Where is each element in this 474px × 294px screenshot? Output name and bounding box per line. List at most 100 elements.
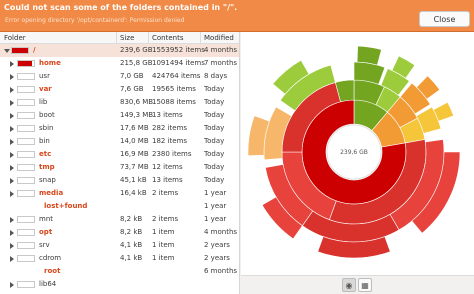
tree-row[interactable]: lost+found 1 year <box>0 200 239 213</box>
expander-closed-icon[interactable] <box>10 217 14 223</box>
expander-closed-icon[interactable] <box>10 191 14 197</box>
expander-closed-icon[interactable] <box>10 230 14 236</box>
folder-modified: Today <box>204 124 225 132</box>
ring-chart[interactable]: 239,6 GB <box>241 32 474 294</box>
folder-contents: 1 item <box>152 241 175 249</box>
folder-modified: Today <box>204 163 225 171</box>
folder-size: 7,6 GB <box>120 85 144 93</box>
folder-size: 4,1 kB <box>120 254 143 262</box>
ring-chart-svg[interactable]: 239,6 GB <box>241 32 474 275</box>
folder-size: 4,1 kB <box>120 241 143 249</box>
folder-name: / <box>33 46 36 54</box>
folder-name: srv <box>39 241 50 249</box>
folder-contents: 2380 items <box>152 150 192 158</box>
contents-column-header[interactable]: Contents <box>152 34 184 42</box>
view-switcher: ◉ ▦ <box>241 275 474 294</box>
usage-bar <box>17 190 35 197</box>
folder-name: cdrom <box>39 254 62 262</box>
tree-row[interactable]: boot 149,3 MB 13 items Today <box>0 109 239 122</box>
folder-size: 16,4 kB <box>120 189 147 197</box>
folder-modified: 1 year <box>204 202 227 210</box>
tree-row[interactable]: media 16,4 kB 2 items 1 year <box>0 187 239 200</box>
usage-bar <box>17 99 35 106</box>
folder-contents: 2 items <box>152 215 179 223</box>
usage-bar <box>17 177 35 184</box>
folder-contents: 282 items <box>152 124 188 132</box>
tree-row[interactable]: tmp 73,7 MB 12 items Today <box>0 161 239 174</box>
folder-contents: 424764 items <box>152 72 201 80</box>
tree-row[interactable]: cdrom 4,1 kB 1 item 2 years <box>0 252 239 265</box>
tree-row[interactable]: / 239,6 GB 1553952 items 4 months <box>0 44 239 57</box>
folder-modified: Today <box>204 137 225 145</box>
expander-closed-icon[interactable] <box>10 87 14 93</box>
folder-name: usr <box>39 72 50 80</box>
folder-name: snap <box>39 176 56 184</box>
folder-contents: 13 items <box>152 111 183 119</box>
ring-segment[interactable] <box>356 45 382 66</box>
tree-row[interactable]: etc 16,9 MB 2380 items Today <box>0 148 239 161</box>
folder-modified: 4 months <box>204 228 238 236</box>
tree-row[interactable]: mnt 8,2 kB 2 items 1 year <box>0 213 239 226</box>
folder-tree[interactable]: Folder Size Contents Modified /239,6 GB 1… <box>0 32 240 294</box>
folder-column-header[interactable]: Folder <box>4 34 26 42</box>
expander-closed-icon[interactable] <box>10 256 14 262</box>
folder-modified: Today <box>204 150 225 158</box>
folder-name: boot <box>39 111 55 119</box>
folder-contents: 1553952 items <box>152 46 205 54</box>
infobar-detail: Error opening directory '/opt/containerd… <box>5 17 185 24</box>
tree-row[interactable]: opt 8,2 kB 1 item 4 months <box>0 226 239 239</box>
expander-closed-icon[interactable] <box>10 100 14 106</box>
folder-modified: 1 year <box>204 215 227 223</box>
center-size-label: 239,6 GB <box>340 149 368 156</box>
tree-header: Folder Size Contents Modified <box>0 32 239 44</box>
usage-bar <box>17 242 35 249</box>
folder-modified: 7 months <box>204 59 238 67</box>
folder-name: home <box>39 59 61 67</box>
usage-bar <box>17 164 35 171</box>
treemap-icon[interactable]: ▦ <box>358 278 372 292</box>
expander-closed-icon[interactable] <box>10 282 14 288</box>
tree-row[interactable]: var 7,6 GB 19565 items Today <box>0 83 239 96</box>
folder-size: 8,2 kB <box>120 228 143 236</box>
folder-size: 149,3 MB <box>120 111 154 119</box>
tree-row[interactable]: root 6 months <box>0 265 239 278</box>
expander-closed-icon[interactable] <box>10 113 14 119</box>
expander-open-icon[interactable] <box>4 49 10 53</box>
expander-closed-icon[interactable] <box>10 74 14 80</box>
ring-chart-icon[interactable]: ◉ <box>342 278 356 292</box>
folder-name: tmp <box>39 163 55 171</box>
infobar-title: Could not scan some of the folders conta… <box>4 3 238 12</box>
folder-modified: 1 year <box>204 189 227 197</box>
folder-name: lib <box>39 98 48 106</box>
size-column-header[interactable]: Size <box>120 34 134 42</box>
folder-name: bin <box>39 137 50 145</box>
tree-row[interactable]: home 215,8 GB 1091494 items 7 months <box>0 57 239 70</box>
modified-column-header[interactable]: Modified <box>204 34 234 42</box>
folder-size: 73,7 MB <box>120 163 149 171</box>
folder-size: 8,2 kB <box>120 215 143 223</box>
expander-closed-icon[interactable] <box>10 152 14 158</box>
folder-modified: 2 years <box>204 254 230 262</box>
close-button[interactable]: Close <box>419 11 470 27</box>
folder-modified: Today <box>204 98 225 106</box>
tree-row[interactable]: lib64 <box>0 278 239 291</box>
folder-size: 17,6 MB <box>120 124 149 132</box>
usage-bar <box>17 138 35 145</box>
tree-row[interactable]: sbin 17,6 MB 282 items Today <box>0 122 239 135</box>
tree-row[interactable]: srv 4,1 kB 1 item 2 years <box>0 239 239 252</box>
tree-row[interactable]: snap 45,1 kB 13 items Today <box>0 174 239 187</box>
folder-name: var <box>39 85 52 93</box>
expander-closed-icon[interactable] <box>10 139 14 145</box>
folder-contents: 1091494 items <box>152 59 205 67</box>
usage-bar <box>17 229 35 236</box>
expander-closed-icon[interactable] <box>10 165 14 171</box>
expander-closed-icon[interactable] <box>10 126 14 132</box>
expander-closed-icon[interactable] <box>10 61 14 67</box>
expander-closed-icon[interactable] <box>10 178 14 184</box>
tree-row[interactable]: usr 7,0 GB 424764 items 8 days <box>0 70 239 83</box>
folder-modified: Today <box>204 111 225 119</box>
tree-row[interactable]: lib 830,6 MB 15088 items Today <box>0 96 239 109</box>
expander-closed-icon[interactable] <box>10 243 14 249</box>
folder-size: 45,1 kB <box>120 176 147 184</box>
tree-row[interactable]: bin 14,0 MB 182 items Today <box>0 135 239 148</box>
